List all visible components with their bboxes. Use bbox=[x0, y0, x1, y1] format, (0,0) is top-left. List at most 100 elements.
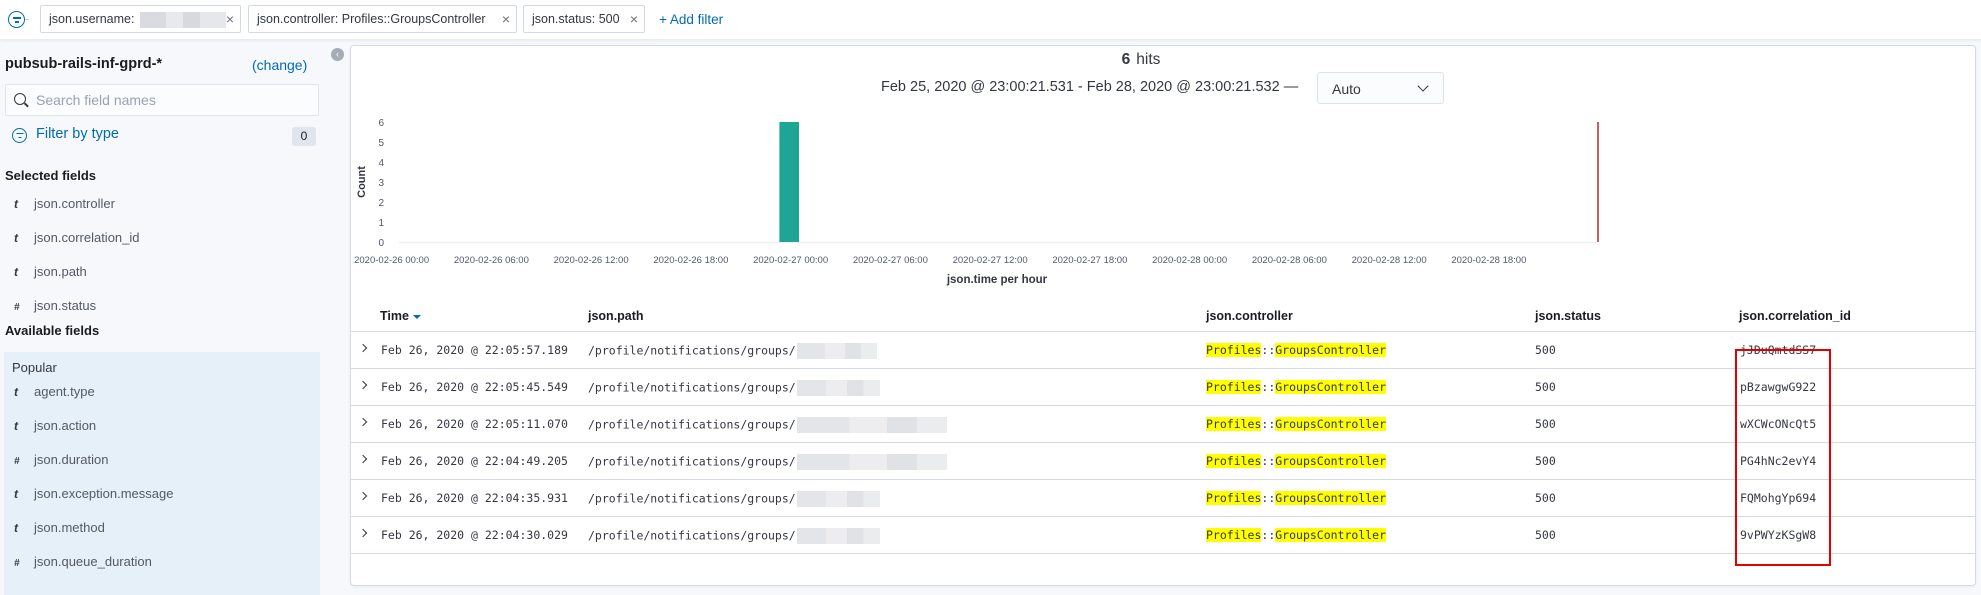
column-header-status[interactable]: json.status bbox=[1535, 309, 1601, 323]
x-tick-label: 2020-02-27 18:00 bbox=[1052, 255, 1127, 266]
search-highlight: GroupsController bbox=[1275, 343, 1387, 357]
selected-field-item[interactable]: t json.path bbox=[14, 264, 87, 284]
filter-menu-icon[interactable] bbox=[8, 11, 25, 28]
table-row[interactable]: Feb 26, 2020 @ 22:05:57.189/profile/noti… bbox=[351, 332, 1975, 369]
cell-correlation-id: FQMohgYp694 bbox=[1740, 491, 1817, 505]
histogram-bar[interactable] bbox=[779, 122, 799, 242]
column-header-time[interactable]: Time bbox=[380, 309, 421, 323]
chevron-right-icon[interactable] bbox=[358, 343, 368, 353]
separator: :: bbox=[1261, 528, 1276, 542]
cell-controller: Profiles::GroupsController bbox=[1206, 528, 1387, 542]
x-tick-label: 2020-02-27 12:00 bbox=[953, 255, 1028, 266]
field-name: json.path bbox=[34, 264, 87, 279]
chevron-down-icon bbox=[1417, 80, 1429, 92]
field-search bbox=[5, 84, 319, 116]
table-row[interactable]: Feb 26, 2020 @ 22:05:11.070/profile/noti… bbox=[351, 406, 1975, 443]
table-row[interactable]: Feb 26, 2020 @ 22:05:45.549/profile/noti… bbox=[351, 369, 1975, 406]
close-icon[interactable]: × bbox=[630, 6, 638, 32]
search-highlight: GroupsController bbox=[1275, 528, 1387, 542]
cell-time: Feb 26, 2020 @ 22:04:49.205 bbox=[381, 454, 568, 468]
close-icon[interactable]: × bbox=[226, 6, 234, 32]
number-type-icon: # bbox=[14, 558, 20, 569]
search-icon bbox=[14, 93, 26, 105]
bars bbox=[779, 122, 799, 242]
search-highlight: GroupsController bbox=[1275, 454, 1387, 468]
column-header-path[interactable]: json.path bbox=[588, 309, 644, 323]
available-field-item[interactable]: # json.duration bbox=[14, 452, 108, 472]
field-name: json.controller bbox=[34, 196, 115, 211]
filter-pill-username[interactable]: json.username: × bbox=[40, 5, 241, 33]
field-sidebar: pubsub-rails-inf-gprd-* (change) Filter … bbox=[0, 40, 330, 595]
field-name: json.status bbox=[34, 298, 97, 313]
chevron-right-icon[interactable] bbox=[358, 417, 368, 427]
separator: :: bbox=[1261, 417, 1276, 431]
add-filter-button[interactable]: + Add filter bbox=[659, 12, 723, 27]
discover-results-panel: 6 hits Feb 25, 2020 @ 23:00:21.531 - Feb … bbox=[350, 45, 1976, 586]
index-pattern-title: pubsub-rails-inf-gprd-* bbox=[5, 56, 163, 72]
redacted-value bbox=[796, 380, 880, 396]
cell-correlation-id: 9vPWYzKSgW8 bbox=[1740, 528, 1817, 542]
table-row[interactable]: Feb 26, 2020 @ 22:04:49.205/profile/noti… bbox=[351, 443, 1975, 480]
x-tick-label: 2020-02-27 00:00 bbox=[753, 255, 828, 266]
time-range-label: Feb 25, 2020 @ 23:00:21.531 - Feb 28, 20… bbox=[881, 79, 1299, 95]
path-text: /profile/notifications/groups/ bbox=[588, 454, 796, 469]
table-row[interactable]: Feb 26, 2020 @ 22:04:35.931/profile/noti… bbox=[351, 480, 1975, 517]
cell-path: /profile/notifications/groups/ bbox=[588, 380, 880, 396]
available-field-item[interactable]: # json.queue_duration bbox=[14, 554, 152, 574]
string-type-icon: t bbox=[14, 197, 18, 211]
y-tick-label: 2 bbox=[378, 198, 384, 209]
selected-field-item[interactable]: t json.correlation_id bbox=[14, 230, 140, 250]
cell-status: 500 bbox=[1535, 380, 1556, 394]
search-highlight: Profiles bbox=[1206, 343, 1262, 357]
search-highlight: Profiles bbox=[1206, 491, 1262, 505]
chevron-right-icon[interactable] bbox=[358, 528, 368, 538]
available-field-item[interactable]: t json.method bbox=[14, 520, 105, 540]
available-field-item[interactable]: t json.exception.message bbox=[14, 486, 173, 506]
path-text: /profile/notifications/groups/ bbox=[588, 343, 796, 358]
cell-path: /profile/notifications/groups/ bbox=[588, 417, 947, 433]
string-type-icon: t bbox=[14, 487, 18, 501]
interval-select[interactable]: Auto bbox=[1317, 72, 1444, 104]
change-index-link[interactable]: (change) bbox=[252, 57, 307, 73]
available-field-item[interactable]: t json.action bbox=[14, 418, 96, 438]
collapse-sidebar-icon[interactable]: ‹ bbox=[331, 48, 344, 61]
search-field-names-input[interactable] bbox=[36, 85, 306, 115]
chevron-right-icon[interactable] bbox=[358, 491, 368, 501]
x-axis-title: json.time per hour bbox=[946, 274, 1048, 286]
selected-field-item[interactable]: # json.status bbox=[14, 298, 96, 318]
filter-pill-status[interactable]: json.status: 500 × bbox=[523, 5, 645, 33]
search-highlight: GroupsController bbox=[1275, 417, 1387, 431]
cell-controller: Profiles::GroupsController bbox=[1206, 454, 1387, 468]
x-tick-label: 2020-02-28 18:00 bbox=[1451, 255, 1526, 266]
cell-time: Feb 26, 2020 @ 22:05:45.549 bbox=[381, 380, 568, 394]
column-header-controller[interactable]: json.controller bbox=[1206, 309, 1293, 323]
filter-pill-label: json.username: bbox=[49, 12, 135, 26]
cell-status: 500 bbox=[1535, 417, 1556, 431]
chevron-right-icon[interactable] bbox=[358, 380, 368, 390]
selected-field-item[interactable]: t json.controller bbox=[14, 196, 115, 216]
chevron-right-icon[interactable] bbox=[358, 454, 368, 464]
filter-pill-label: json.status: 500 bbox=[532, 12, 620, 26]
path-text: /profile/notifications/groups/ bbox=[588, 491, 796, 506]
x-tick-label: 2020-02-26 06:00 bbox=[454, 255, 529, 266]
filter-count-badge: 0 bbox=[292, 127, 316, 146]
close-icon[interactable]: × bbox=[502, 6, 510, 32]
field-name: json.exception.message bbox=[34, 486, 174, 501]
cell-status: 500 bbox=[1535, 491, 1556, 505]
column-header-correlation-id[interactable]: json.correlation_id bbox=[1739, 309, 1851, 323]
column-label: Time bbox=[380, 309, 409, 323]
separator: :: bbox=[1261, 343, 1276, 357]
cell-time: Feb 26, 2020 @ 22:04:30.029 bbox=[381, 528, 568, 542]
filter-icon bbox=[12, 128, 27, 143]
filter-pill-controller[interactable]: json.controller: Profiles::GroupsControl… bbox=[248, 5, 517, 33]
cell-status: 500 bbox=[1535, 528, 1556, 542]
y-tick-label: 5 bbox=[378, 138, 384, 149]
available-field-item[interactable]: t agent.type bbox=[14, 384, 95, 404]
search-highlight: GroupsController bbox=[1275, 491, 1387, 505]
search-highlight: GroupsController bbox=[1275, 380, 1387, 394]
cell-correlation-id: pBzawgwG922 bbox=[1740, 380, 1817, 394]
sort-desc-icon[interactable] bbox=[412, 314, 421, 319]
cell-status: 500 bbox=[1535, 454, 1556, 468]
table-row[interactable]: Feb 26, 2020 @ 22:04:30.029/profile/noti… bbox=[351, 517, 1975, 554]
string-type-icon: t bbox=[14, 231, 18, 245]
